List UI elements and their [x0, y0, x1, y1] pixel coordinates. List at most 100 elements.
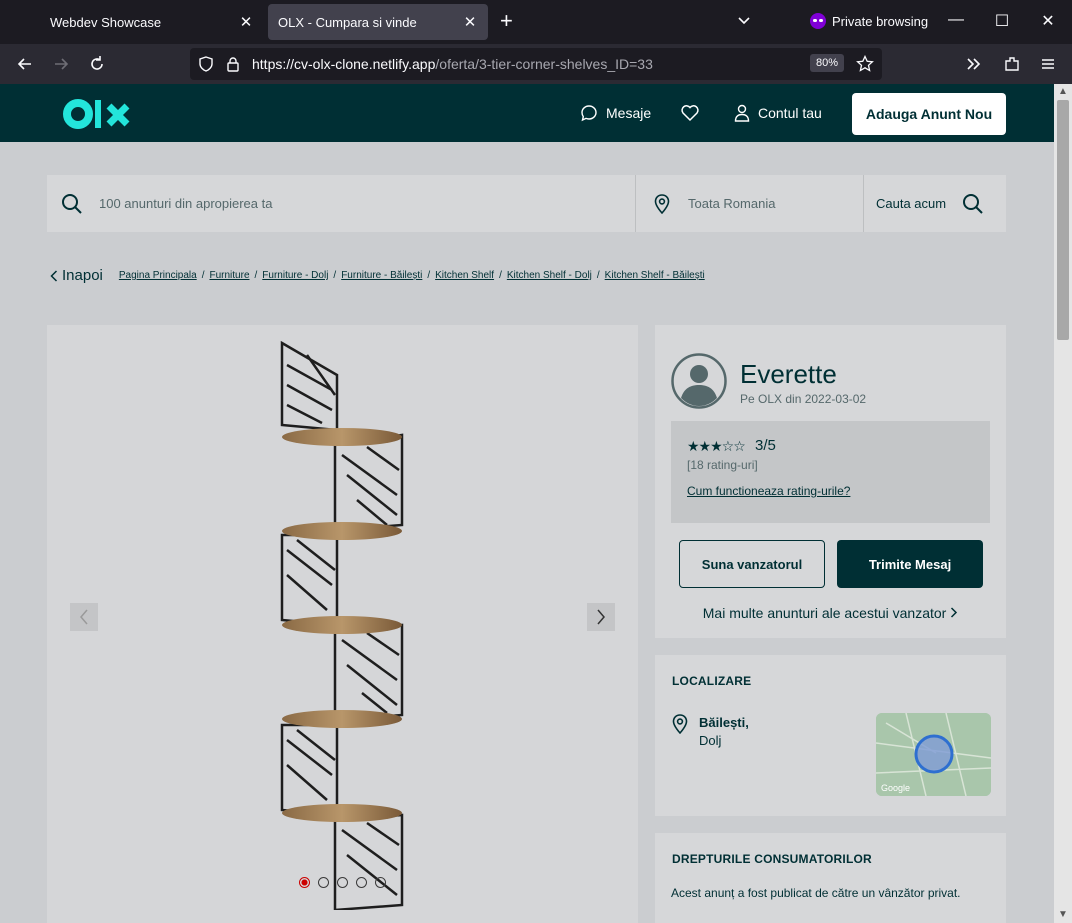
- breadcrumb-item[interactable]: Furniture - Dolj: [262, 270, 328, 281]
- breadcrumb-separator: /: [427, 270, 431, 281]
- breadcrumb-item[interactable]: Kitchen Shelf - Dolj: [507, 270, 592, 281]
- breadcrumb-separator: /: [499, 270, 502, 281]
- product-image-corner-shelf: [280, 340, 404, 910]
- breadcrumb-item[interactable]: Kitchen Shelf: [435, 270, 494, 281]
- tab-label: Webdev Showcase: [50, 14, 162, 30]
- seller-name: Everette: [740, 359, 837, 389]
- url-bar[interactable]: https://cv-olx-clone.netlify.app/oferta/…: [190, 48, 882, 80]
- close-window-icon[interactable]: ✕: [1038, 11, 1058, 31]
- private-browsing-indicator: Private browsing: [810, 13, 928, 29]
- breadcrumb-item[interactable]: Furniture: [209, 270, 249, 281]
- back-link[interactable]: Inapoi: [50, 267, 103, 284]
- account-label: Contul tau: [758, 105, 822, 121]
- scrollbar-thumb[interactable]: [1057, 100, 1069, 340]
- user-icon: [734, 104, 750, 122]
- search-button[interactable]: Cauta acum: [863, 175, 1006, 232]
- breadcrumb: Inapoi Pagina Principala / Furniture / Fur…: [50, 267, 705, 284]
- rating-help-link[interactable]: Cum functioneaza rating-urile?: [687, 484, 850, 498]
- url-text: https://cv-olx-clone.netlify.app/oferta/…: [252, 56, 653, 72]
- chevron-left-icon: [80, 609, 88, 625]
- rating-box: ★★★☆☆ 3/5 [18 rating-uri] Cum functionea…: [671, 421, 990, 523]
- rating-count: [18 rating-uri]: [687, 458, 758, 472]
- consumer-rights-title: DREPTURILE CONSUMATORILOR: [672, 852, 872, 866]
- add-listing-button[interactable]: Adauga Anunt Nou: [852, 93, 1006, 135]
- url-host: https://cv-olx-clone.netlify.app: [252, 56, 436, 72]
- seller-card: Everette Pe OLX din 2022-03-02 ★★★☆☆ 3/5…: [655, 325, 1006, 638]
- private-mask-icon: [810, 13, 826, 29]
- breadcrumb-separator: /: [333, 270, 337, 281]
- close-tab-icon[interactable]: ✕: [462, 13, 478, 31]
- location-map[interactable]: Google: [876, 713, 991, 796]
- page-viewport: Mesaje Contul tau Adauga Anunt Nou 100 a…: [0, 84, 1054, 923]
- search-icon: [62, 193, 82, 214]
- breadcrumb-item[interactable]: Kitchen Shelf - Băilești: [605, 270, 705, 281]
- heart-icon[interactable]: [680, 103, 700, 123]
- back-arrow-icon[interactable]: [15, 54, 35, 74]
- location-pin-icon: [654, 193, 670, 214]
- breadcrumb-separator: /: [254, 270, 258, 281]
- site-header: Mesaje Contul tau Adauga Anunt Nou: [0, 84, 1054, 142]
- scroll-up-arrow-icon[interactable]: ▲: [1058, 87, 1068, 97]
- zoom-level-badge[interactable]: 80%: [810, 54, 845, 72]
- lock-icon[interactable]: [226, 56, 240, 72]
- bookmark-star-icon[interactable]: [856, 55, 874, 73]
- location-placeholder: Toata Romania: [688, 196, 776, 211]
- tab-webdev-showcase[interactable]: Webdev Showcase ✕: [40, 4, 264, 40]
- location-county: Dolj: [699, 733, 722, 748]
- location-field[interactable]: Toata Romania: [635, 175, 863, 232]
- close-tab-icon[interactable]: ✕: [238, 13, 254, 31]
- send-message-button[interactable]: Trimite Mesaj: [837, 540, 983, 588]
- chevron-left-icon: [50, 269, 58, 282]
- more-ads-link[interactable]: Mai multe anunturi ale acestui vanzator: [655, 605, 1006, 621]
- gallery-pagination: [299, 877, 386, 888]
- gallery-next-button[interactable]: [587, 603, 615, 631]
- messages-link[interactable]: Mesaje: [580, 104, 651, 122]
- breadcrumb-item[interactable]: Furniture - Băilești: [341, 270, 422, 281]
- search-bar: 100 anunturi din apropierea ta Toata Rom…: [47, 175, 1006, 232]
- search-query-field[interactable]: 100 anunturi din apropierea ta: [47, 175, 635, 232]
- location-card: LOCALIZARE Băilești, Dolj Google: [655, 655, 1006, 816]
- location-title: LOCALIZARE: [672, 674, 752, 688]
- back-label: Inapoi: [62, 267, 103, 284]
- gallery-dot[interactable]: [299, 877, 310, 888]
- extensions-icon[interactable]: [1002, 54, 1022, 74]
- seller-since: Pe OLX din 2022-03-02: [740, 392, 867, 406]
- image-gallery: [47, 325, 638, 923]
- overflow-chevrons-icon[interactable]: [964, 54, 984, 74]
- hamburger-menu-icon[interactable]: [1038, 54, 1058, 74]
- chevron-right-icon: [951, 607, 958, 618]
- gallery-dot[interactable]: [337, 877, 348, 888]
- chevron-down-icon[interactable]: [736, 12, 752, 28]
- search-input-placeholder: 100 anunturi din apropierea ta: [99, 196, 273, 211]
- tab-label: OLX - Cumpara si vinde: [278, 14, 417, 30]
- minimize-icon[interactable]: —: [946, 11, 966, 29]
- search-icon: [963, 193, 983, 214]
- call-seller-button[interactable]: Suna vanzatorul: [679, 540, 825, 588]
- page-scrollbar[interactable]: ▲ ▼: [1054, 84, 1072, 923]
- search-button-label: Cauta acum: [876, 196, 947, 211]
- map-attribution: Google: [881, 783, 911, 793]
- gallery-prev-button[interactable]: [70, 603, 98, 631]
- breadcrumb-item[interactable]: Pagina Principala: [119, 270, 197, 281]
- maximize-icon[interactable]: ☐: [992, 11, 1012, 31]
- rating-score: 3/5: [755, 437, 776, 454]
- reload-icon[interactable]: [87, 54, 107, 74]
- gallery-dot[interactable]: [375, 877, 386, 888]
- account-link[interactable]: Contul tau: [734, 104, 822, 122]
- browser-tab-bar: Webdev Showcase ✕ OLX - Cumpara si vinde…: [0, 0, 1072, 44]
- scroll-down-arrow-icon[interactable]: ▼: [1058, 910, 1068, 920]
- chat-bubble-icon: [581, 105, 597, 122]
- olx-logo[interactable]: [62, 96, 132, 132]
- private-browsing-label: Private browsing: [832, 13, 929, 29]
- url-path: /oferta/3-tier-corner-shelves_ID=33: [435, 56, 653, 72]
- tab-olx[interactable]: OLX - Cumpara si vinde ✕: [268, 4, 488, 40]
- avatar: [671, 353, 727, 409]
- shield-icon[interactable]: [198, 56, 214, 72]
- location-city: Băilești,: [699, 715, 749, 730]
- new-tab-icon[interactable]: +: [500, 10, 513, 32]
- gallery-dot[interactable]: [356, 877, 367, 888]
- forward-arrow-icon[interactable]: [51, 54, 71, 74]
- consumer-rights-text: Acest anunț a fost publicat de către un …: [671, 886, 961, 900]
- location-pin-icon: [672, 714, 688, 734]
- gallery-dot[interactable]: [318, 877, 329, 888]
